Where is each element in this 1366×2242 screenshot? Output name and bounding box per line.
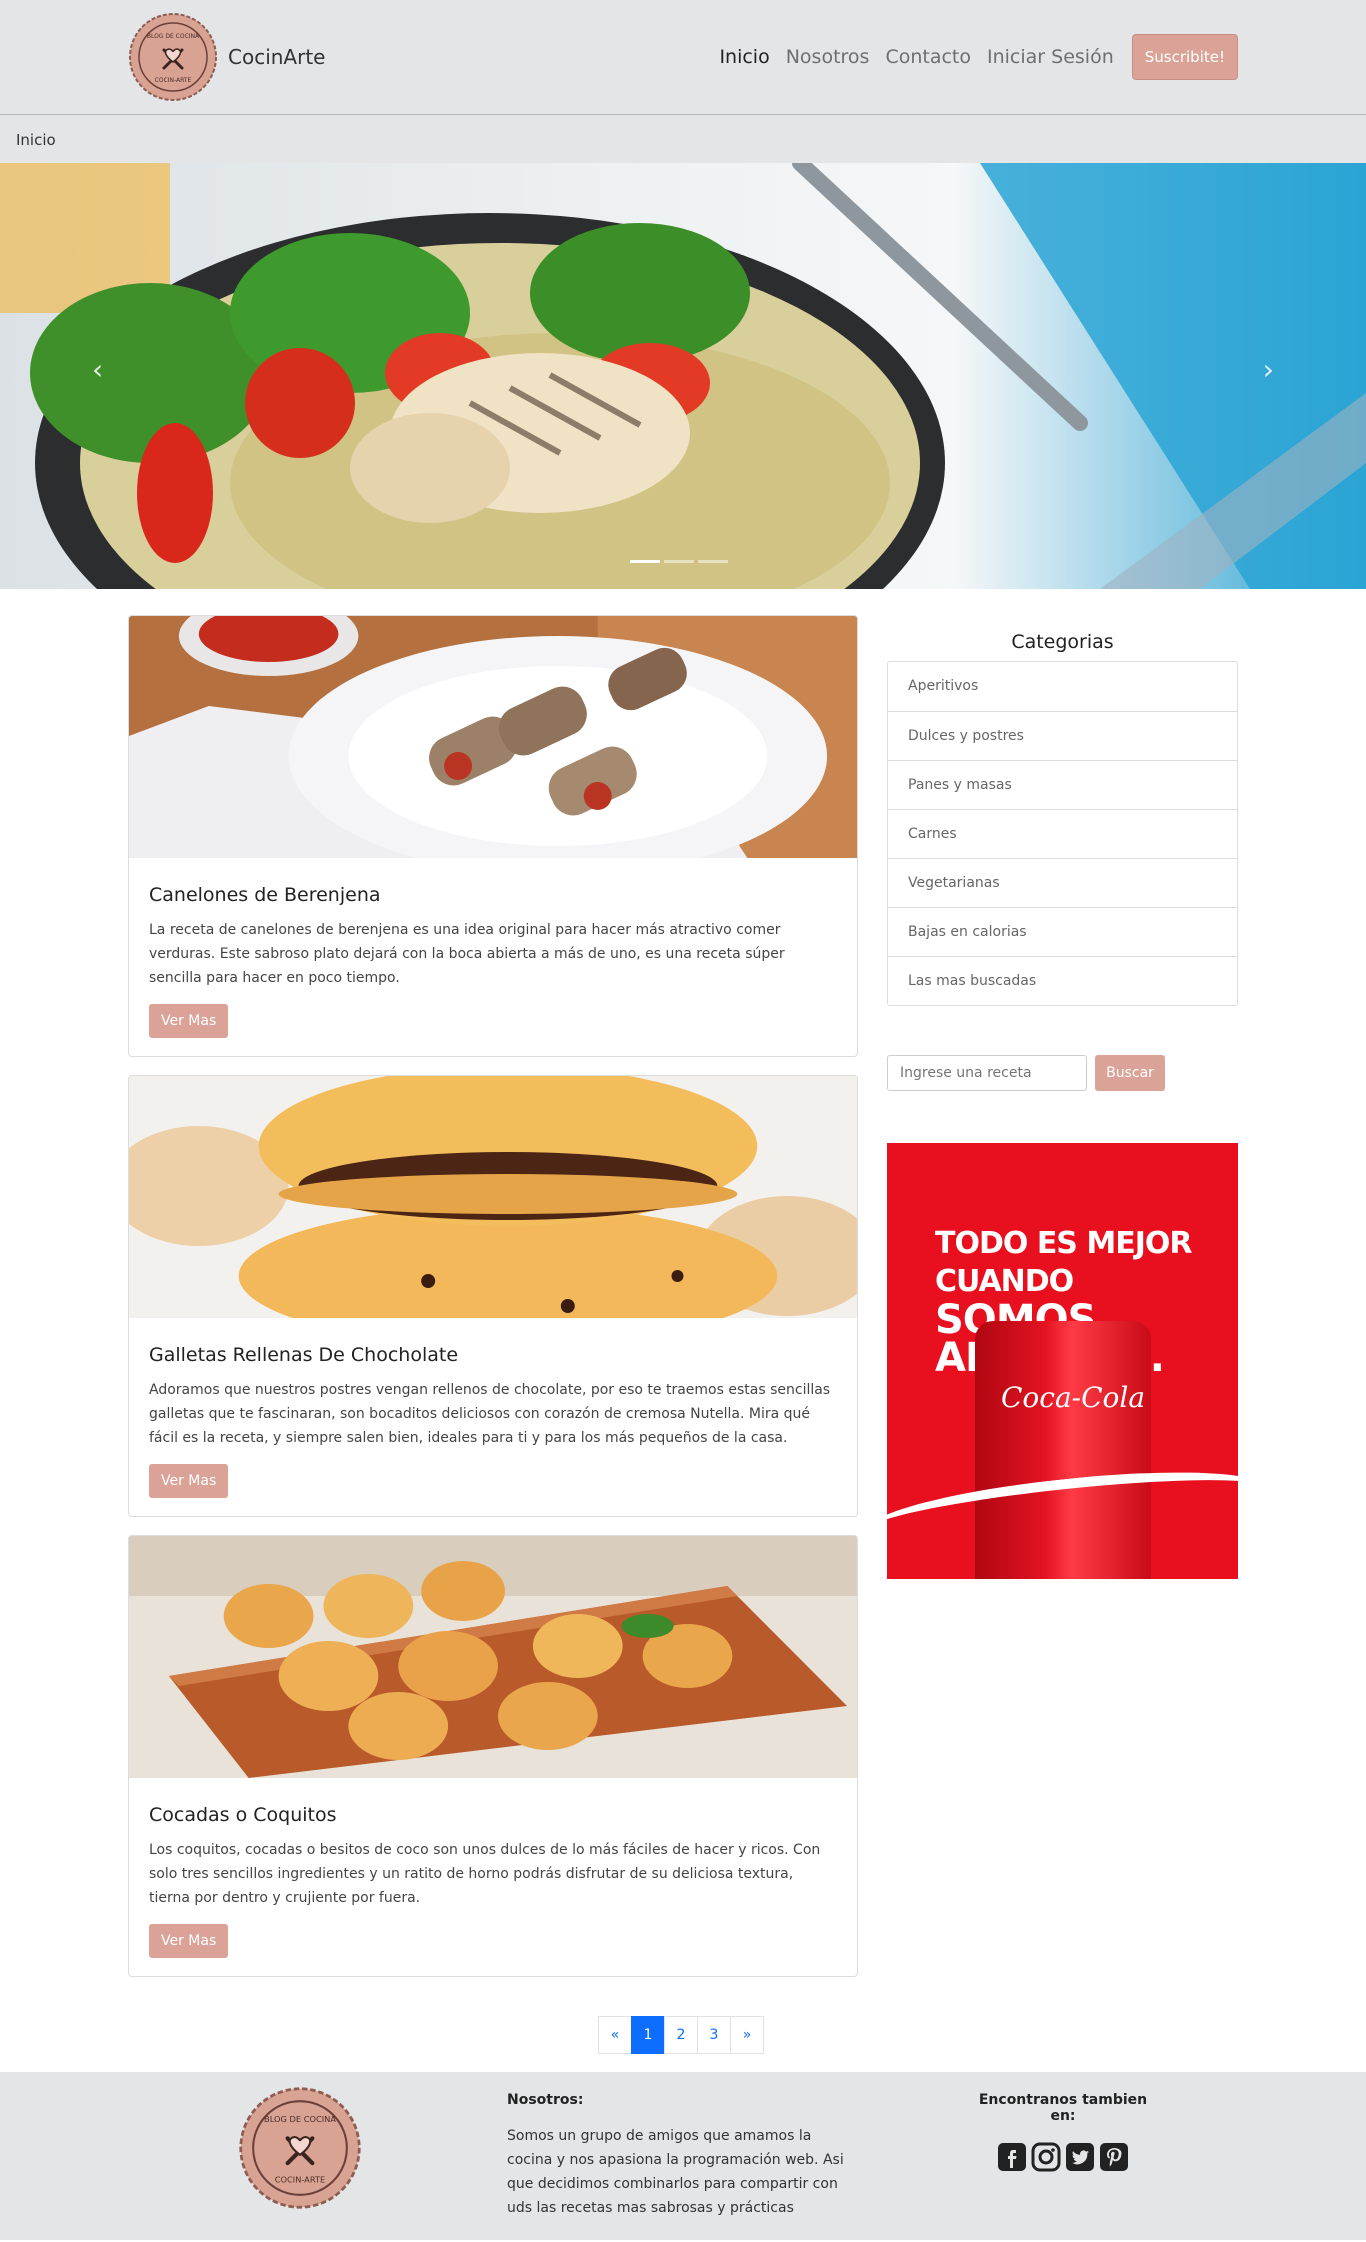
pagination-page[interactable]: 1 bbox=[631, 2016, 665, 2054]
svg-text:BLOG DE COCINA: BLOG DE COCINA bbox=[264, 2114, 336, 2124]
nav-nosotros[interactable]: Nosotros bbox=[786, 46, 870, 68]
footer-social: Encontranos tambien en: bbox=[968, 2092, 1158, 2176]
site-logo: BLOG DE COCINA COCIN-ARTE bbox=[129, 13, 217, 101]
recipe-description: Los coquitos, cocadas o besitos de coco … bbox=[149, 1842, 821, 1906]
recipe-search: Buscar bbox=[887, 1055, 1238, 1091]
instagram-icon[interactable] bbox=[1031, 2142, 1061, 2176]
nav-inicio[interactable]: Inicio bbox=[719, 46, 769, 68]
pinterest-icon[interactable] bbox=[1099, 2142, 1129, 2176]
svg-text:BLOG DE COCINA: BLOG DE COCINA bbox=[147, 33, 200, 40]
facebook-icon[interactable] bbox=[997, 2142, 1027, 2176]
categories-list: Aperitivos Dulces y postres Panes y masa… bbox=[887, 661, 1238, 1006]
pagination-prev[interactable]: « bbox=[598, 2016, 632, 2054]
pagination-next[interactable]: » bbox=[730, 2016, 764, 2054]
carousel-indicator[interactable] bbox=[698, 560, 728, 563]
subscribe-button[interactable]: Suscribite! bbox=[1131, 34, 1238, 80]
carousel-next-icon[interactable]: › bbox=[1263, 353, 1274, 386]
nav-iniciar-sesion[interactable]: Iniciar Sesión bbox=[987, 46, 1114, 68]
sidebar: Categorias Aperitivos Dulces y postres P… bbox=[887, 631, 1238, 1579]
footer-logo-image: BLOG DE COCINA COCIN-ARTE bbox=[239, 2087, 361, 2209]
recipe-title: Cocadas o Coquitos bbox=[149, 1804, 337, 1826]
search-button[interactable]: Buscar bbox=[1095, 1055, 1165, 1091]
ver-mas-button[interactable]: Ver Mas bbox=[149, 1004, 229, 1038]
site-footer: BLOG DE COCINA COCIN-ARTE Nosotros: Somo… bbox=[0, 2072, 1366, 2240]
svg-text:COCIN-ARTE: COCIN-ARTE bbox=[275, 2174, 325, 2184]
recipe-image-galletas bbox=[129, 1076, 857, 1346]
ver-mas-button[interactable]: Ver Mas bbox=[149, 1464, 229, 1498]
social-icons bbox=[968, 2142, 1158, 2176]
main-nav: Inicio Nosotros Contacto Iniciar Sesión … bbox=[703, 34, 1238, 80]
site-header: BLOG DE COCINA COCIN-ARTE CocinArte Inic… bbox=[0, 0, 1366, 115]
footer-logo: BLOG DE COCINA COCIN-ARTE bbox=[238, 2086, 362, 2214]
recipe-search-input[interactable] bbox=[887, 1055, 1087, 1091]
hero-carousel: ‹ › bbox=[0, 163, 1366, 589]
recipe-image-canelones bbox=[129, 616, 857, 876]
pagination-page[interactable]: 3 bbox=[697, 2016, 731, 2054]
recipe-card: Galletas Rellenas De Chocholate Adoramos… bbox=[128, 1075, 858, 1517]
pagination-page[interactable]: 2 bbox=[664, 2016, 698, 2054]
category-item[interactable]: Aperitivos bbox=[888, 662, 1237, 711]
recipe-title: Galletas Rellenas De Chocholate bbox=[149, 1344, 459, 1366]
footer-about-title: Nosotros: bbox=[507, 2092, 584, 2108]
breadcrumb[interactable]: Inicio bbox=[0, 115, 1366, 163]
twitter-icon[interactable] bbox=[1065, 2142, 1095, 2176]
category-item[interactable]: Carnes bbox=[888, 809, 1237, 858]
category-item[interactable]: Dulces y postres bbox=[888, 711, 1237, 760]
carousel-prev-icon[interactable]: ‹ bbox=[92, 353, 103, 386]
nav-contacto[interactable]: Contacto bbox=[885, 46, 971, 68]
pagination: « 1 2 3 » bbox=[598, 2016, 764, 2054]
category-item[interactable]: Bajas en calorias bbox=[888, 907, 1237, 956]
category-item[interactable]: Panes y masas bbox=[888, 760, 1237, 809]
advertisement-banner[interactable]: TODO ES MEJOR CUANDO SOMOS ABIERTOS. Coc… bbox=[887, 1143, 1238, 1579]
recipe-description: Adoramos que nuestros postres vengan rel… bbox=[149, 1382, 831, 1446]
carousel-indicator[interactable] bbox=[630, 560, 660, 563]
category-item[interactable]: Vegetarianas bbox=[888, 858, 1237, 907]
recipe-title: Canelones de Berenjena bbox=[149, 884, 381, 906]
carousel-indicators bbox=[630, 560, 732, 563]
category-item[interactable]: Las mas buscadas bbox=[888, 956, 1237, 1005]
carousel-indicator[interactable] bbox=[664, 560, 694, 563]
recipe-description: La receta de canelones de berenjena es u… bbox=[149, 922, 785, 986]
recipe-image-cocadas bbox=[129, 1536, 857, 1778]
svg-text:COCIN-ARTE: COCIN-ARTE bbox=[155, 77, 192, 84]
recipe-card: Cocadas o Coquitos Los coquitos, cocadas… bbox=[128, 1535, 858, 1977]
brand-link[interactable]: BLOG DE COCINA COCIN-ARTE CocinArte bbox=[128, 12, 325, 102]
ad-line-1: TODO ES MEJOR CUANDO bbox=[935, 1226, 1192, 1299]
footer-about: Nosotros: Somos un grupo de amigos que a… bbox=[507, 2092, 857, 2220]
main-content: Canelones de Berenjena La receta de cane… bbox=[0, 589, 1366, 2072]
ver-mas-button[interactable]: Ver Mas bbox=[149, 1924, 229, 1958]
footer-social-title: Encontranos tambien en: bbox=[978, 2092, 1148, 2124]
hero-salad-image bbox=[0, 163, 1366, 589]
ad-brand-logo: Coca-Cola bbox=[1001, 1381, 1146, 1414]
brand-name: CocinArte bbox=[228, 45, 326, 69]
footer-about-text: Somos un grupo de amigos que amamos la c… bbox=[507, 2128, 844, 2216]
categories-title: Categorias bbox=[1011, 631, 1114, 653]
recipe-card: Canelones de Berenjena La receta de cane… bbox=[128, 615, 858, 1057]
